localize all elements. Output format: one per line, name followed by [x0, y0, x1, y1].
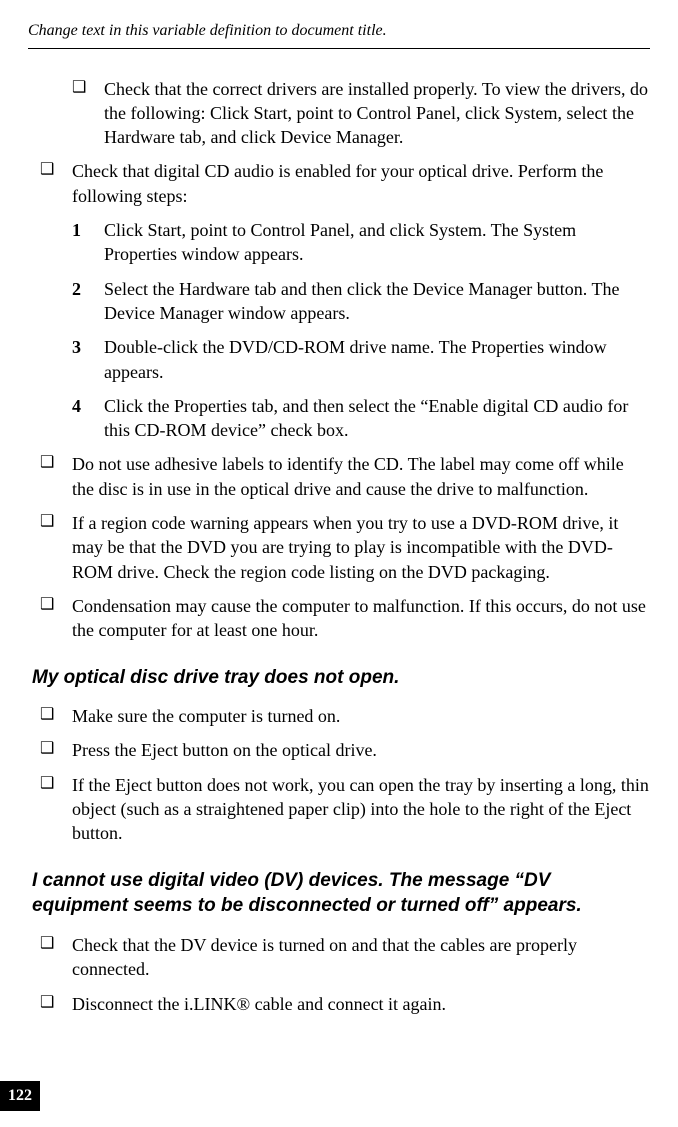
list-item-text: Check that the DV device is turned on an… — [72, 933, 650, 982]
step-item: 3 Double-click the DVD/CD-ROM drive name… — [72, 335, 650, 384]
step-text: Click Start, point to Control Panel, and… — [104, 218, 650, 267]
bullet-icon: ❑ — [40, 594, 72, 643]
list-item-text: Condensation may cause the computer to m… — [72, 594, 650, 643]
step-number: 3 — [72, 335, 104, 384]
list-item-text: Make sure the computer is turned on. — [72, 704, 650, 728]
list-item: ❑ If the Eject button does not work, you… — [40, 773, 650, 846]
list-item: ❑ Check that the correct drivers are ins… — [72, 77, 650, 150]
bullet-icon: ❑ — [40, 738, 72, 762]
section-heading-dv: I cannot use digital video (DV) devices.… — [32, 868, 650, 919]
step-item: 4 Click the Properties tab, and then sel… — [72, 394, 650, 443]
list-item: ❑ Condensation may cause the computer to… — [40, 594, 650, 643]
section-heading-tray: My optical disc drive tray does not open… — [32, 665, 650, 691]
list-item: ❑ Press the Eject button on the optical … — [40, 738, 650, 762]
list-item: ❑ Check that digital CD audio is enabled… — [40, 159, 650, 208]
list-item-text: If the Eject button does not work, you c… — [72, 773, 650, 846]
list-item-text: Disconnect the i.LINK® cable and connect… — [72, 992, 650, 1016]
bullet-icon: ❑ — [40, 992, 72, 1016]
bullet-icon: ❑ — [40, 159, 72, 208]
list-item: ❑ Disconnect the i.LINK® cable and conne… — [40, 992, 650, 1016]
step-text: Select the Hardware tab and then click t… — [104, 277, 650, 326]
step-text: Double-click the DVD/CD-ROM drive name. … — [104, 335, 650, 384]
bullet-icon: ❑ — [40, 511, 72, 584]
page-content: ❑ Check that the correct drivers are ins… — [28, 77, 650, 1016]
step-item: 1 Click Start, point to Control Panel, a… — [72, 218, 650, 267]
step-number: 4 — [72, 394, 104, 443]
bullet-icon: ❑ — [72, 77, 104, 150]
list-item-text: Do not use adhesive labels to identify t… — [72, 452, 650, 501]
page-header: Change text in this variable definition … — [28, 20, 650, 49]
bullet-icon: ❑ — [40, 933, 72, 982]
list-item: ❑ If a region code warning appears when … — [40, 511, 650, 584]
list-item-text: Check that the correct drivers are insta… — [104, 77, 650, 150]
bullet-icon: ❑ — [40, 773, 72, 846]
list-item: ❑ Make sure the computer is turned on. — [40, 704, 650, 728]
bullet-icon: ❑ — [40, 452, 72, 501]
list-item-text: If a region code warning appears when yo… — [72, 511, 650, 584]
step-item: 2 Select the Hardware tab and then click… — [72, 277, 650, 326]
list-item-text: Check that digital CD audio is enabled f… — [72, 159, 650, 208]
list-item: ❑ Check that the DV device is turned on … — [40, 933, 650, 982]
bullet-icon: ❑ — [40, 704, 72, 728]
page-number: 122 — [0, 1081, 40, 1111]
step-text: Click the Properties tab, and then selec… — [104, 394, 650, 443]
step-number: 2 — [72, 277, 104, 326]
list-item: ❑ Do not use adhesive labels to identify… — [40, 452, 650, 501]
step-number: 1 — [72, 218, 104, 267]
list-item-text: Press the Eject button on the optical dr… — [72, 738, 650, 762]
